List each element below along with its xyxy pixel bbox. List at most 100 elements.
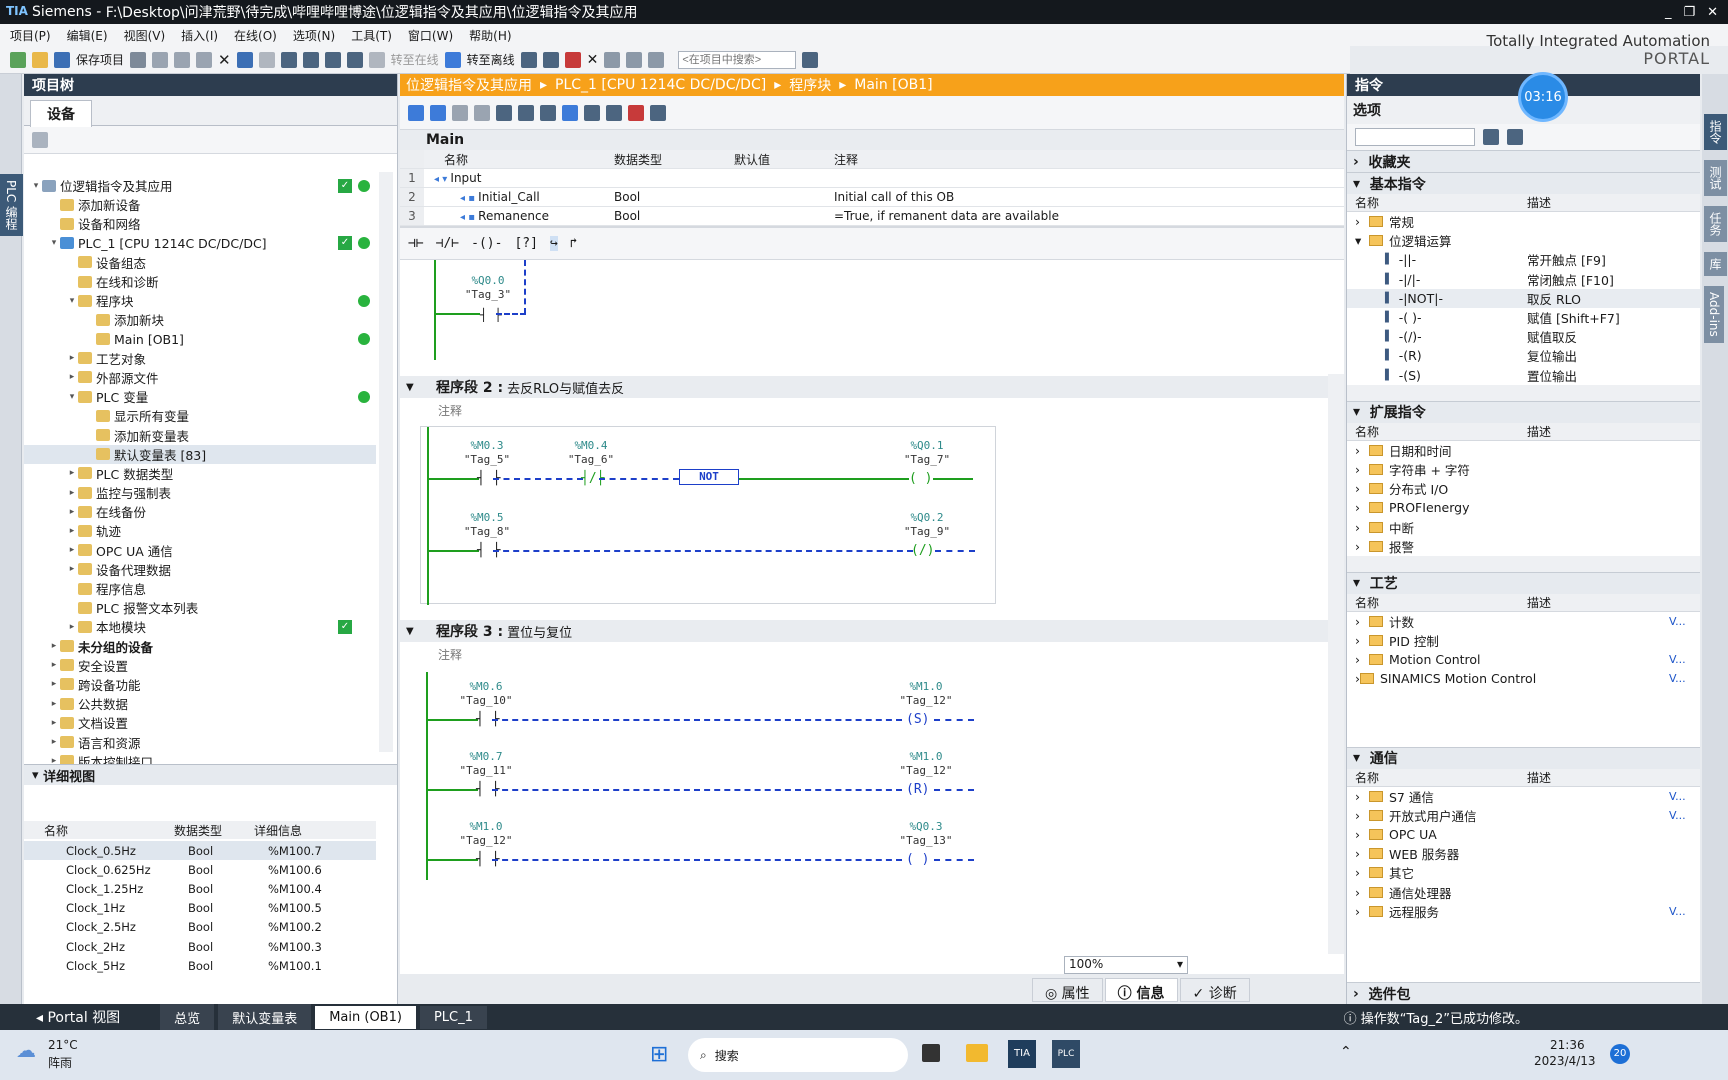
portal-view-button[interactable]: ◂ Portal 视图 [0,1007,160,1027]
tree-toggle-icon[interactable]: ▸ [66,488,78,498]
folder-version[interactable]: V... [1669,905,1686,918]
interface-row[interactable]: 3 ◂ ▪ Remanence Bool =True, if remanent dat… [400,207,1344,226]
upload-icon[interactable] [324,51,341,68]
close-all-editors-icon[interactable] [648,51,665,68]
folder-row[interactable]: › 分布式 I/O [1347,479,1700,498]
tree-toggle-icon[interactable]: ▸ [48,660,60,670]
tree-toggle-icon[interactable]: ▾ [66,296,78,306]
folder-row[interactable]: › 报警 [1347,537,1700,556]
detail-view-header[interactable]: ▾ 详细视图 [24,765,397,785]
tray-chevron-icon[interactable]: ⌃ [1340,1044,1352,1060]
minimize-button[interactable]: _ [1665,5,1672,20]
close-branch-icon[interactable]: ↱ [570,236,578,251]
tia-portal-icon[interactable]: TIA [1008,1040,1036,1068]
folder-row[interactable]: › 日期和时间 [1347,441,1700,460]
go-online-icon[interactable] [368,51,385,68]
folder-version[interactable]: V... [1669,790,1686,803]
instruction-row[interactable]: ▌ -|/|- 常闭触点 [F10] [1347,270,1700,289]
network2-description[interactable]: 去反RLO与赋值去反 [507,378,624,397]
overview-tab[interactable]: 总览 [160,1003,215,1031]
coil-icon[interactable]: -()- [471,236,502,251]
undo-icon[interactable] [236,51,253,68]
tree-item[interactable]: ▾ 位逻辑指令及其应用 ✓ [24,176,376,195]
properties-tab[interactable]: ◎ 属性 [1032,978,1103,1002]
instruction-row[interactable]: ▌ -||- 常开触点 [F9] [1347,250,1700,269]
detail-row[interactable]: Clock_0.5Hz Bool %M100.7 [24,841,376,861]
favorites-icon[interactable] [584,104,600,121]
extended-instructions-section[interactable]: ▾ 扩展指令 [1347,400,1700,423]
menu-view[interactable]: 视图(V) [124,27,166,44]
folder-version[interactable]: V... [1669,672,1686,685]
expand-arrow-icon[interactable]: › [1355,500,1369,515]
print-icon[interactable] [130,51,147,68]
rung-coil[interactable]: (S) [906,712,929,727]
tree-item[interactable]: 设备和网络 [24,214,376,233]
plcsim-icon[interactable]: PLC [1052,1040,1080,1068]
expand-arrow-icon[interactable]: › [1355,865,1369,880]
not-box[interactable]: NOT [679,469,739,485]
rung-coil[interactable]: ( ) [906,852,929,867]
tree-toggle-icon[interactable]: ▸ [66,353,78,363]
folder-row[interactable]: › WEB 服务器 [1347,844,1700,863]
no-contact-icon[interactable]: ⊣⊢ [408,236,424,251]
q02-negated-coil[interactable]: (/) [911,543,934,558]
folder-row[interactable]: › Motion Control V... [1347,650,1700,669]
tree-item[interactable]: 添加新设备 [24,195,376,214]
notification-badge[interactable]: 20 [1610,1044,1630,1064]
favorites-section[interactable]: › 收藏夹 [1347,150,1700,172]
expand-arrow-icon[interactable]: › [1355,520,1369,535]
expand-arrow-icon[interactable]: › [1355,539,1369,554]
menu-project[interactable]: 项目(P) [10,27,51,44]
tree-toggle-icon[interactable]: ▸ [66,507,78,517]
tree-item[interactable]: ▸ 未分组的设备 [24,637,376,656]
tasks-side-tab[interactable]: 任务 [1704,206,1727,242]
default-tag-table-tab[interactable]: 默认变量表 [218,1003,312,1031]
tree-item[interactable]: ▸ 工艺对象 [24,349,376,368]
tree-item[interactable]: ▸ 监控与强制表 [24,483,376,502]
tree-toggle-icon[interactable]: ▸ [48,718,60,728]
detail-row[interactable]: Clock_2Hz Bool %M100.3 [24,937,376,956]
folder-row[interactable]: › 中断 [1347,517,1700,536]
network-comments-icon[interactable] [540,104,556,121]
q01-coil[interactable]: ( ) [909,471,932,486]
open-branch-icon[interactable]: ↪ [549,236,558,251]
go-offline-icon[interactable] [444,51,461,68]
tree-item[interactable]: ▾ PLC_1 [CPU 1214C DC/DC/DC] ✓ [24,234,376,253]
cross-reference-icon[interactable]: ✕ [587,52,599,68]
tree-item[interactable]: ▸ 轨迹 [24,521,376,540]
tree-item[interactable]: 程序信息 [24,579,376,598]
crumb-main[interactable]: Main [OB1] [854,77,932,93]
tree-item[interactable]: ▸ PLC 数据类型 [24,464,376,483]
save-icon[interactable] [54,51,70,68]
cut-icon[interactable] [152,51,169,68]
technology-section[interactable]: ▾ 工艺 [1347,571,1700,594]
col-detail-header[interactable]: 详细信息 [254,822,354,839]
tree-item[interactable]: 添加新变量表 [24,425,376,444]
expand-arrow-icon[interactable]: › [1355,904,1369,919]
expand-arrow-icon[interactable]: › [1355,885,1369,900]
tree-item[interactable]: ▸ 设备代理数据 [24,560,376,579]
start-cpu-icon[interactable] [542,51,559,68]
delete-network-icon[interactable] [430,104,446,121]
expand-arrow-icon[interactable]: › [1355,652,1369,667]
nc-contact-icon[interactable]: ⊣/⊢ [436,236,459,251]
absolute-operands-icon[interactable] [562,104,578,121]
menu-window[interactable]: 窗口(W) [408,27,453,44]
close-all-networks-icon[interactable] [518,104,534,121]
expand-arrow-icon[interactable]: › [1355,808,1369,823]
folder-row[interactable]: › 其它 [1347,863,1700,882]
libraries-side-tab[interactable]: 库 [1704,252,1727,276]
new-project-icon[interactable] [10,51,26,68]
folder-row[interactable]: › 开放式用户通信 V... [1347,806,1700,825]
detail-row[interactable]: Clock_1.25Hz Bool %M100.4 [24,879,376,898]
col-name-header[interactable]: 名称 [24,822,174,839]
start-icon[interactable]: ⊞ [650,1042,668,1067]
tree-item[interactable]: ▸ 跨设备功能 [24,675,376,694]
go-online-button[interactable]: 转至在线 [391,51,439,68]
addins-side-tab[interactable]: Add-ins [1704,286,1724,343]
taskbar-search[interactable]: ⌕ 搜索 [688,1038,908,1072]
instruction-row[interactable]: ▾ 位逻辑运算 [1347,231,1700,250]
detail-row[interactable]: Clock_0.625Hz Bool %M100.6 [24,860,376,879]
interface-row[interactable]: 2 ◂ ▪ Initial_Call Bool Initial call of thi… [400,188,1344,207]
close-button[interactable]: ✕ [1707,5,1718,20]
